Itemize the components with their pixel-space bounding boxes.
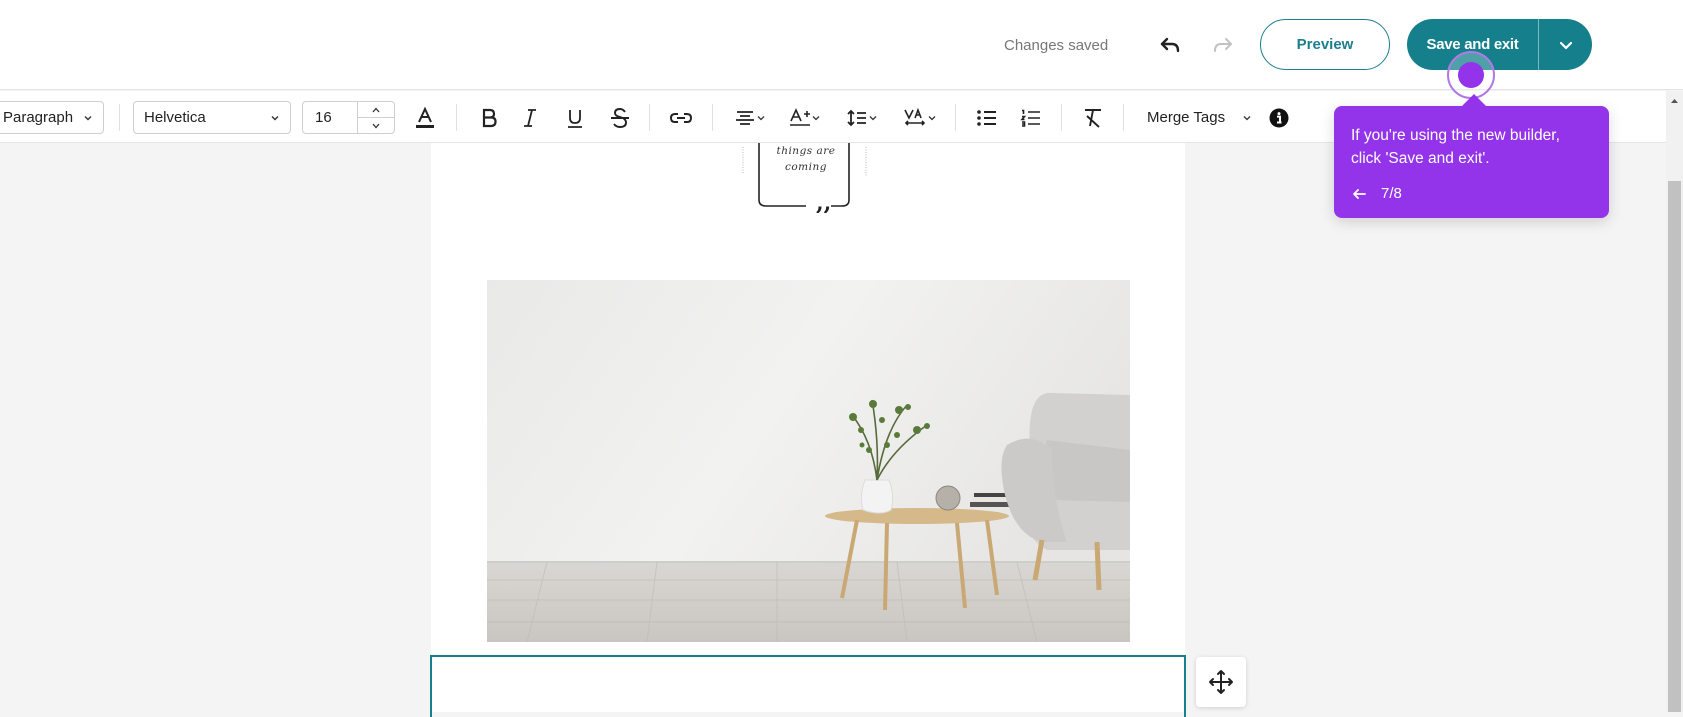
chevron-down-icon	[372, 123, 380, 128]
bulleted-list-button[interactable]	[974, 101, 1000, 134]
quote-text-line-2: coming	[784, 161, 827, 173]
divider	[955, 104, 956, 131]
save-and-exit-group: Save and exit	[1407, 19, 1592, 70]
divider	[1123, 104, 1124, 131]
clear-formatting-button[interactable]	[1080, 101, 1106, 134]
living-room-image-block[interactable]	[487, 280, 1130, 642]
chevron-down-icon	[84, 115, 92, 120]
undo-icon	[1160, 37, 1180, 53]
tour-tooltip: If you're using the new builder, click '…	[1334, 94, 1609, 218]
merge-tags-label: Merge Tags	[1147, 109, 1226, 126]
bold-button[interactable]	[476, 101, 502, 134]
letter-spacing-icon	[904, 107, 926, 126]
save-status: Changes saved	[1004, 37, 1109, 54]
tour-hotspot[interactable]	[1447, 51, 1495, 99]
chevron-down-icon	[271, 115, 279, 120]
underline-icon	[568, 109, 582, 128]
divider	[649, 104, 650, 131]
move-icon	[1209, 670, 1233, 694]
info-icon	[1269, 108, 1289, 127]
numbered-list-button[interactable]	[1018, 101, 1044, 134]
info-button[interactable]	[1268, 101, 1290, 134]
strikethrough-icon	[611, 107, 629, 128]
tooltip-back-button[interactable]	[1351, 187, 1367, 201]
text-size-icon	[790, 107, 810, 126]
letter-spacing-dropdown[interactable]	[900, 101, 940, 134]
italic-button[interactable]	[517, 101, 543, 134]
chevron-down-icon	[1243, 115, 1251, 120]
underline-button[interactable]	[562, 101, 588, 134]
italic-icon	[524, 108, 536, 127]
divider	[456, 104, 457, 131]
chevron-down-icon	[1559, 41, 1572, 49]
font-size-decrease-button[interactable]	[358, 118, 394, 133]
font-size-value: 16	[315, 109, 332, 126]
divider	[1061, 104, 1062, 131]
divider	[119, 104, 120, 131]
text-align-dropdown[interactable]	[730, 101, 770, 134]
svg-text:,,: ,,	[816, 190, 831, 213]
line-height-dropdown[interactable]	[842, 101, 882, 134]
quote-image-block[interactable]: ,, things are coming	[736, 143, 876, 216]
save-options-dropdown[interactable]	[1538, 19, 1592, 70]
undo-button[interactable]	[1154, 29, 1186, 61]
font-family-label: Helvetica	[144, 109, 206, 126]
selected-text-block[interactable]	[430, 655, 1186, 717]
chevron-up-icon	[372, 107, 380, 112]
tooltip-text: If you're using the new builder, click '…	[1351, 127, 1560, 167]
merge-tags-dropdown[interactable]: Merge Tags	[1147, 101, 1252, 134]
bullet-list-icon	[977, 109, 996, 126]
preview-button[interactable]: Preview	[1260, 19, 1390, 70]
move-block-handle[interactable]	[1196, 657, 1246, 707]
tour-hotspot-dot	[1458, 62, 1484, 88]
redo-button[interactable]	[1207, 29, 1239, 61]
paragraph-style-label: Paragraph	[3, 109, 74, 126]
clear-format-icon	[1085, 108, 1101, 128]
email-canvas: ,, things are coming	[430, 143, 1186, 717]
font-size-stepper[interactable]: 16	[302, 101, 395, 134]
align-center-icon	[736, 110, 754, 125]
font-family-select[interactable]: Helvetica	[133, 101, 291, 134]
strikethrough-button[interactable]	[607, 101, 633, 134]
scrollbar-thumb[interactable]	[1668, 181, 1681, 712]
paragraph-style-select[interactable]: Paragraph	[0, 101, 104, 134]
chevron-down-icon	[928, 115, 936, 120]
chevron-down-icon	[869, 115, 877, 120]
vertical-scrollbar[interactable]	[1666, 91, 1683, 712]
link-icon	[669, 112, 693, 123]
insert-link-button[interactable]	[668, 101, 694, 134]
text-color-icon	[416, 106, 434, 128]
quote-text-line-1: things are	[776, 145, 836, 157]
text-color-button[interactable]	[412, 101, 438, 134]
line-height-icon	[847, 109, 866, 126]
chevron-down-icon	[757, 115, 765, 120]
font-size-increase-button[interactable]	[358, 102, 394, 118]
arrow-left-icon	[1353, 188, 1366, 199]
divider	[712, 104, 713, 131]
numbered-list-icon	[1020, 109, 1040, 127]
living-room-photo	[487, 280, 1130, 642]
tooltip-step-counter: 7/8	[1381, 185, 1402, 202]
chevron-down-icon	[812, 115, 820, 120]
bold-icon	[482, 108, 497, 127]
top-bar: Changes saved Preview Save and exit	[0, 0, 1683, 90]
redo-icon	[1214, 38, 1232, 52]
text-case-dropdown[interactable]	[785, 101, 825, 134]
scroll-up-arrow-icon	[1671, 99, 1678, 103]
